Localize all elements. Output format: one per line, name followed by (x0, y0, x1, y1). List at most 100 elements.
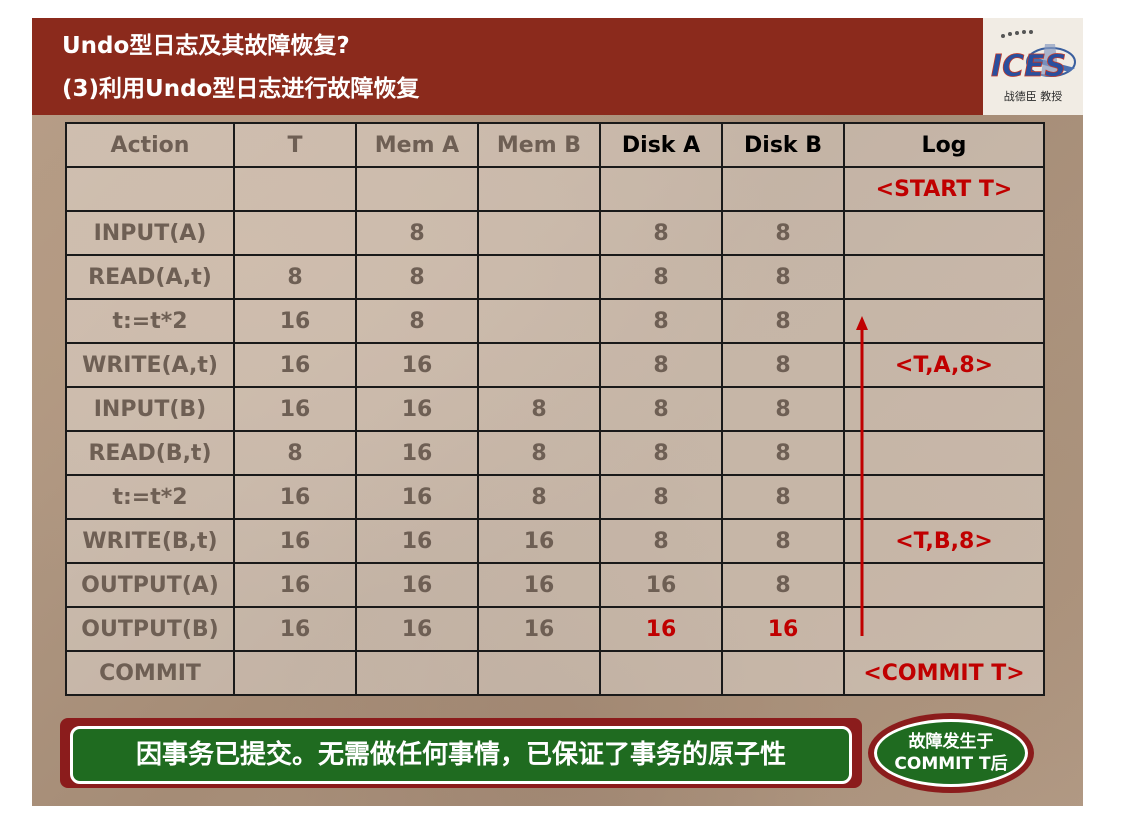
undo-log-table-wrap: Action T Mem A Mem B Disk A Disk B Log <… (65, 122, 1045, 696)
cell-log (843, 254, 1045, 300)
table-row: INPUT(A) 8 8 8 (65, 210, 1045, 256)
cell-t: 16 (233, 298, 357, 344)
cell-mem-a: 16 (355, 562, 479, 608)
cell-disk-a (599, 650, 723, 696)
cell-mem-a: 16 (355, 386, 479, 432)
cell-action: t:=t*2 (65, 298, 235, 344)
cell-log (843, 562, 1045, 608)
slide-header: Undo型日志及其故障恢复? (3)利用Undo型日志进行故障恢复 ICES I… (32, 18, 1083, 115)
cell-log: <T,A,8> (843, 342, 1045, 388)
cell-log (843, 298, 1045, 344)
table-row: t:=t*2 16 8 8 8 (65, 298, 1045, 344)
cell-mem-b: 8 (477, 386, 601, 432)
cell-disk-a-highlight: 16 (599, 606, 723, 652)
cell-t: 16 (233, 562, 357, 608)
cell-mem-a (355, 650, 479, 696)
cell-mem-a: 16 (355, 474, 479, 520)
col-header-log: Log (843, 122, 1045, 168)
cell-t: 16 (233, 606, 357, 652)
cell-t (233, 210, 357, 256)
cell-mem-a: 8 (355, 298, 479, 344)
cell-disk-a: 8 (599, 254, 723, 300)
table-row: READ(B,t) 8 16 8 8 8 (65, 430, 1045, 476)
cell-disk-b: 8 (721, 210, 845, 256)
cell-mem-b: 8 (477, 430, 601, 476)
col-header-disk-b: Disk B (721, 122, 845, 168)
cell-t: 8 (233, 254, 357, 300)
cell-mem-b (477, 342, 601, 388)
col-header-t: T (233, 122, 357, 168)
cell-t: 8 (233, 430, 357, 476)
table-row: INPUT(B) 16 16 8 8 8 (65, 386, 1045, 432)
cell-disk-a: 8 (599, 386, 723, 432)
table-row: t:=t*2 16 16 8 8 8 (65, 474, 1045, 520)
slide: Undo型日志及其故障恢复? (3)利用Undo型日志进行故障恢复 ICES I… (32, 18, 1083, 806)
cell-log (843, 430, 1045, 476)
cell-mem-b: 16 (477, 562, 601, 608)
cell-log: <START T> (843, 166, 1045, 212)
cell-action: OUTPUT(A) (65, 562, 235, 608)
cell-disk-b: 8 (721, 518, 845, 564)
conclusion-text: 因事务已提交。无需做任何事情，已保证了事务的原子性 (70, 726, 852, 784)
svg-text:ICES: ICES (991, 49, 1066, 84)
cell-action: COMMIT (65, 650, 235, 696)
cell-action: INPUT(B) (65, 386, 235, 432)
cell-t: 16 (233, 342, 357, 388)
col-header-action: Action (65, 122, 235, 168)
cell-disk-a: 8 (599, 430, 723, 476)
cell-mem-a: 16 (355, 518, 479, 564)
cell-disk-b: 8 (721, 342, 845, 388)
cell-log: <T,B,8> (843, 518, 1045, 564)
cell-disk-b: 8 (721, 474, 845, 520)
table-header-row: Action T Mem A Mem B Disk A Disk B Log (65, 122, 1045, 168)
cell-action: READ(A,t) (65, 254, 235, 300)
table-row: READ(A,t) 8 8 8 8 (65, 254, 1045, 300)
cell-disk-a: 8 (599, 298, 723, 344)
table-row: WRITE(B,t) 16 16 16 8 8 <T,B,8> (65, 518, 1045, 564)
cell-mem-a: 16 (355, 342, 479, 388)
cell-mem-a (355, 166, 479, 212)
cell-action: WRITE(B,t) (65, 518, 235, 564)
cell-disk-a (599, 166, 723, 212)
cell-mem-b: 16 (477, 518, 601, 564)
cell-disk-b-highlight: 16 (721, 606, 845, 652)
cell-mem-a: 8 (355, 210, 479, 256)
title-line-1: Undo型日志及其故障恢复? (62, 33, 350, 59)
cell-mem-a: 16 (355, 606, 479, 652)
cell-t (233, 166, 357, 212)
cell-action: OUTPUT(B) (65, 606, 235, 652)
failure-point-badge-inner: 故障发生于 COMMIT T后 (874, 719, 1028, 787)
cell-disk-b: 8 (721, 386, 845, 432)
cell-mem-b (477, 650, 601, 696)
cell-mem-b: 16 (477, 606, 601, 652)
cell-mem-b (477, 166, 601, 212)
cell-disk-a: 8 (599, 518, 723, 564)
ices-logo: ICES ICES 战德臣 教授 (983, 18, 1083, 115)
cell-action (65, 166, 235, 212)
cell-log (843, 386, 1045, 432)
cell-t: 16 (233, 518, 357, 564)
table-row: OUTPUT(B) 16 16 16 16 16 (65, 606, 1045, 652)
cell-action: t:=t*2 (65, 474, 235, 520)
failure-point-line-1: 故障发生于 (908, 732, 994, 752)
failure-point-line-2: COMMIT T后 (894, 754, 1008, 774)
table-row: WRITE(A,t) 16 16 8 8 <T,A,8> (65, 342, 1045, 388)
col-header-mem-b: Mem B (477, 122, 601, 168)
cell-t: 16 (233, 386, 357, 432)
cell-log: <COMMIT T> (843, 650, 1045, 696)
table-row: OUTPUT(A) 16 16 16 16 8 (65, 562, 1045, 608)
cell-mem-b (477, 298, 601, 344)
failure-point-badge: 故障发生于 COMMIT T后 (868, 713, 1034, 793)
cell-action: INPUT(A) (65, 210, 235, 256)
logo-caption: 战德臣 教授 (1003, 90, 1063, 103)
cell-disk-b (721, 166, 845, 212)
cell-disk-b: 8 (721, 298, 845, 344)
undo-log-table: Action T Mem A Mem B Disk A Disk B Log <… (65, 122, 1045, 696)
cell-log (843, 474, 1045, 520)
conclusion-banner: 因事务已提交。无需做任何事情，已保证了事务的原子性 (60, 718, 862, 788)
table-row: <START T> (65, 166, 1045, 212)
cell-log (843, 606, 1045, 652)
title-line-2: (3)利用Undo型日志进行故障恢复 (62, 76, 420, 102)
table-row: COMMIT <COMMIT T> (65, 650, 1045, 696)
up-arrow-icon (856, 316, 868, 636)
